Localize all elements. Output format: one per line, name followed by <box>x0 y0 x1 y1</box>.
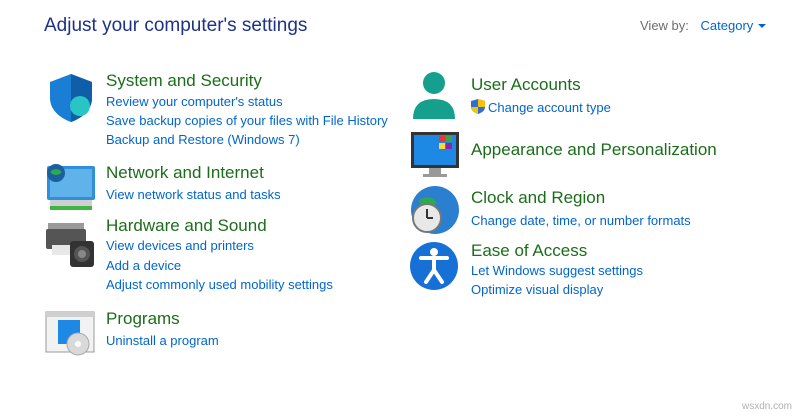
category-title-appearance[interactable]: Appearance and Personalization <box>471 140 717 160</box>
link-devices-printers[interactable]: View devices and printers <box>106 238 254 253</box>
category-ease-of-access: Ease of Access Let Windows suggest setti… <box>409 240 749 300</box>
view-by-label: View by: <box>640 18 689 33</box>
chevron-down-icon <box>758 24 767 28</box>
category-hardware-sound: Hardware and Sound View devices and prin… <box>44 215 384 295</box>
monitor-icon <box>411 132 459 177</box>
category-programs: Programs Uninstall a program <box>44 308 384 358</box>
link-file-history[interactable]: Save backup copies of your files with Fi… <box>106 113 388 128</box>
category-title-network-internet[interactable]: Network and Internet <box>106 163 264 183</box>
category-title-system-security[interactable]: System and Security <box>106 71 262 91</box>
shield-icon <box>50 74 92 122</box>
view-by-dropdown[interactable]: Category <box>701 18 767 33</box>
view-by-value: Category <box>700 18 754 33</box>
category-title-user-accounts[interactable]: User Accounts <box>471 75 581 95</box>
clock-globe-icon <box>411 186 459 234</box>
link-review-status[interactable]: Review your computer's status <box>106 94 283 109</box>
link-mobility-settings[interactable]: Adjust commonly used mobility settings <box>106 277 333 292</box>
uac-shield-icon <box>471 99 485 114</box>
category-system-security: System and Security Review your computer… <box>44 70 388 160</box>
programs-icon <box>45 311 95 356</box>
category-network-internet: Network and Internet View network status… <box>44 162 384 212</box>
link-windows-suggest[interactable]: Let Windows suggest settings <box>471 263 643 278</box>
network-globe-icon <box>47 164 95 210</box>
category-title-programs[interactable]: Programs <box>106 309 180 329</box>
category-title-clock-region[interactable]: Clock and Region <box>471 188 605 208</box>
category-title-hardware-sound[interactable]: Hardware and Sound <box>106 216 267 236</box>
link-date-time-formats[interactable]: Change date, time, or number formats <box>471 213 691 228</box>
link-optimize-display[interactable]: Optimize visual display <box>471 282 603 297</box>
watermark: wsxdn.com <box>741 401 792 412</box>
page-title: Adjust your computer's settings <box>44 15 308 36</box>
category-title-ease-of-access[interactable]: Ease of Access <box>471 241 587 261</box>
category-appearance: Appearance and Personalization <box>409 130 749 180</box>
link-change-account-type[interactable]: Change account type <box>471 99 611 115</box>
link-backup-restore[interactable]: Backup and Restore (Windows 7) <box>106 132 300 147</box>
view-by: View by: Category <box>640 18 767 33</box>
link-add-device[interactable]: Add a device <box>106 258 181 273</box>
link-network-status[interactable]: View network status and tasks <box>106 187 281 202</box>
ease-of-access-icon <box>410 242 458 290</box>
link-uninstall-program[interactable]: Uninstall a program <box>106 333 219 348</box>
category-user-accounts: User Accounts Change account type <box>409 71 749 126</box>
printer-speaker-icon <box>46 223 94 267</box>
category-clock-region: Clock and Region Change date, time, or n… <box>409 186 749 236</box>
link-change-account-type-label: Change account type <box>488 100 611 115</box>
user-icon <box>413 72 455 119</box>
